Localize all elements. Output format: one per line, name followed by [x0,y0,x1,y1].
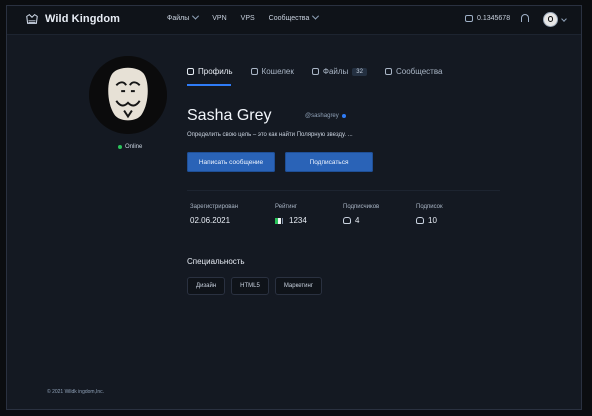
profile-tabs: Профиль Кошелек Файлы 32 Сообщества [187,67,442,76]
main-nav: Файлы VPN VPS Сообщества [167,12,320,22]
app-window: Wild Kingdom Файлы VPN VPS Сообщества 0.… [6,5,582,410]
wallet-balance[interactable]: 0.1345678 [465,15,510,22]
profile-icon [187,68,194,75]
flag-icon [275,217,285,224]
tab-communities[interactable]: Сообщества [384,67,443,76]
tab-files[interactable]: Файлы 32 [311,67,367,76]
tab-wallet[interactable]: Кошелек [250,67,294,76]
stat-value: 10 [428,216,437,225]
tab-profile-label: Профиль [198,67,233,76]
profile-handle: @sashagrey [305,113,346,119]
wallet-icon [250,68,258,75]
nav-item-vpn[interactable]: VPN [212,15,226,22]
wallet-icon [465,15,473,22]
stat-value: 4 [355,216,360,225]
stat-value: 1234 [289,216,307,225]
send-message-button[interactable]: Написать сообщение [187,152,275,172]
files-count-badge: 32 [352,67,367,76]
chip-marketing[interactable]: Маркетинг [274,277,323,295]
chip-html5[interactable]: HTML5 [231,277,269,295]
stat-label: Рейтинг [275,204,298,210]
chip-design[interactable]: Дизайн [187,277,226,295]
communities-icon [384,68,392,75]
profile-bio: Определить свою цель – это как найти Пол… [187,132,353,138]
section-divider [187,190,500,191]
person-icon [343,217,351,224]
nav-item-vps[interactable]: VPS [241,15,255,22]
profile-avatar [89,56,167,134]
online-text: Online [125,144,143,150]
footer-copyright: © 2021 Wildk ingdom,Inc. [47,389,105,395]
subscribe-button[interactable]: Подписаться [285,152,373,172]
stat-registered: Зарегистрирован 02.06.2021 [190,204,238,225]
stat-label: Подписчиков [343,204,380,210]
tab-files-label: Файлы [322,67,349,76]
topbar: Wild Kingdom Файлы VPN VPS Сообщества 0.… [7,6,581,35]
verified-icon [341,114,346,118]
person-icon [416,217,424,224]
bell-icon[interactable] [521,14,529,22]
wallet-amount: 0.1345678 [477,15,511,22]
crown-logo-icon [26,13,38,24]
subscriptions-value-row: 10 [416,216,443,225]
specialties-chips: Дизайн HTML5 Маркетинг [187,277,323,295]
chevron-down-icon[interactable] [561,16,567,22]
stat-value: 02.06.2021 [190,216,231,225]
brand-name[interactable]: Wild Kingdom [45,13,120,25]
chevron-down-icon [312,12,320,20]
user-avatar[interactable] [543,12,558,27]
rating-value-row: 1234 [275,216,307,225]
tab-profile[interactable]: Профиль [187,67,233,76]
chevron-down-icon [192,12,200,20]
tab-communities-label: Сообщества [395,67,443,76]
stat-rating: Рейтинг 1234 [275,204,307,225]
stat-label: Подписок [416,204,443,210]
profile-name: Sasha Grey [187,107,272,124]
online-status: Online [118,144,142,150]
nav-item-files[interactable]: Файлы [167,12,200,22]
active-tab-indicator [187,84,231,86]
stat-subscriptions: Подписок 10 [416,204,443,225]
subscribers-value-row: 4 [343,216,379,225]
specialties-title: Специальность [187,257,245,266]
online-dot [118,145,122,149]
tab-wallet-label: Кошелек [261,67,294,76]
stat-subscribers: Подписчиков 4 [343,204,379,225]
nav-item-communities[interactable]: Сообщества [269,12,320,22]
folder-icon [311,68,319,75]
handle-text: @sashagrey [305,113,339,119]
stat-label: Зарегистрирован [190,204,239,210]
